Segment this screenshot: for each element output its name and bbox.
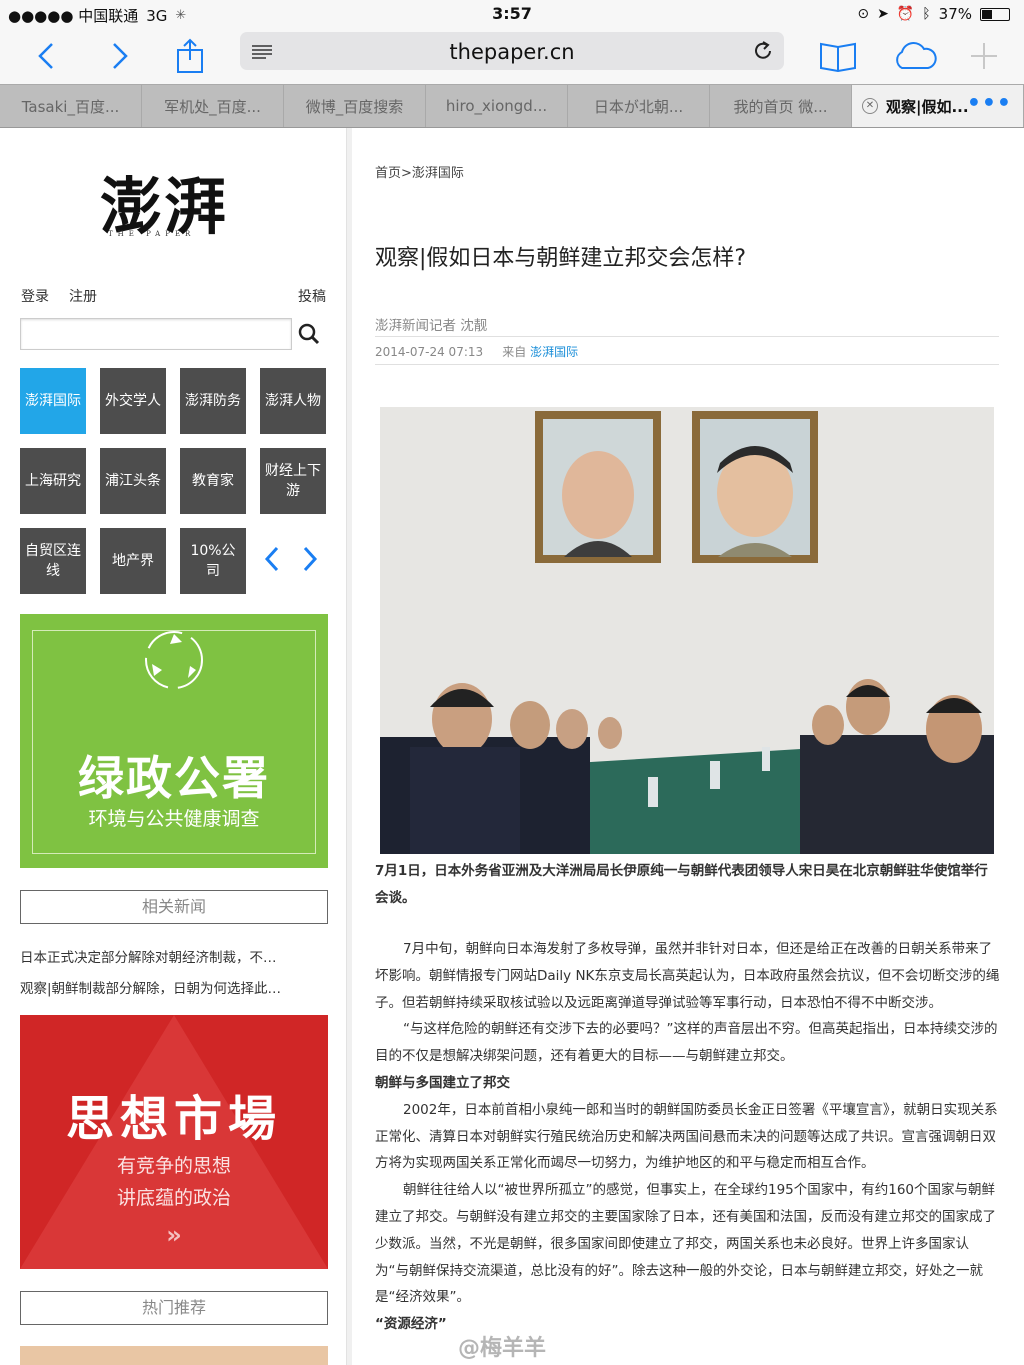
tab-bar: Tasaki_百度... 军机处_百度... 微博_百度搜索 hiro_xion… [0, 84, 1024, 128]
source-link[interactable]: 澎湃国际 [530, 345, 578, 359]
forward-button[interactable] [98, 34, 142, 78]
article-author: 澎湃新闻记者 沈靓 [375, 318, 488, 334]
tab[interactable]: 我的首页 微... [710, 85, 852, 127]
column-divider [346, 128, 352, 1365]
hot-recommend-thumbnail[interactable] [20, 1346, 328, 1365]
chevron-left-icon [38, 43, 53, 69]
category-prev-button[interactable] [264, 546, 280, 579]
double-chevron-icon: » [166, 1221, 182, 1249]
category-educator[interactable]: 教育家 [180, 448, 246, 514]
bookmarks-button[interactable] [816, 34, 860, 78]
category-people[interactable]: 澎湃人物 [260, 368, 326, 434]
share-button[interactable] [168, 34, 212, 78]
ad-banner-red[interactable]: 思想市場 有竞争的思想 讲底蕴的政治 » [20, 1015, 328, 1269]
tab[interactable]: 日本が北朝... [568, 85, 710, 127]
paragraph: “与这样危险的朝鲜还有交涉下去的必要吗？”这样的声音层出不穷。但高英起指出，日本… [375, 1021, 998, 1065]
plus-icon [971, 43, 997, 69]
article-title: 观察|假如日本与朝鲜建立邦交会怎样? [375, 246, 747, 271]
ad-title: 绿政公署 [78, 751, 270, 805]
article-body: 7月中旬，朝鲜向日本海发射了多枚导弹，虽然并非针对日本，但还是给正在改善的日朝关… [375, 936, 1001, 1338]
search-input[interactable] [20, 318, 292, 350]
paragraph: 2002年，日本前首相小泉纯一郎和当时的朝鲜国防委员长金正日签署《平壤宣言》，就… [375, 1101, 998, 1172]
login-link[interactable]: 登录 [21, 286, 49, 306]
rotation-lock-icon: ⊙ [857, 6, 870, 22]
more-tabs-icon[interactable]: ••• [967, 93, 1012, 115]
ad-line: 有竞争的思想 [116, 1155, 231, 1177]
location-icon: ➤ [877, 6, 889, 22]
hot-recommend-header: 热门推荐 [20, 1291, 328, 1325]
category-ftz[interactable]: 自贸区连线 [20, 528, 86, 594]
related-news-header: 相关新闻 [20, 890, 328, 924]
paragraph: 7月中旬，朝鲜向日本海发射了多枚导弹，虽然并非针对日本，但还是给正在改善的日朝关… [375, 941, 1000, 1011]
status-bar: ●●●●● 中国联通 3G ✳ 3:57 ⊙ ➤ ⏰ ᛒ 37% [0, 0, 1024, 28]
tab[interactable]: 微博_百度搜索 [284, 85, 426, 127]
category-defense[interactable]: 澎湃防务 [180, 368, 246, 434]
related-news-item[interactable]: 日本正式决定部分解除对朝经济制裁，不… [20, 946, 277, 966]
tab[interactable]: 军机处_百度... [142, 85, 284, 127]
icloud-tabs-button[interactable] [888, 34, 940, 78]
cloud-icon [896, 42, 937, 69]
article-meta: 2014-07-24 07:13 来自 澎湃国际 [375, 343, 578, 360]
back-button[interactable] [24, 34, 68, 78]
url-text[interactable]: thepaper.cn [240, 40, 784, 64]
close-tab-icon[interactable]: ✕ [862, 98, 878, 114]
site-logo-subtitle: THE PAPER [108, 230, 196, 238]
chevron-left-icon [264, 546, 279, 572]
category-real-estate[interactable]: 地产界 [100, 528, 166, 594]
chevron-right-icon [113, 43, 128, 69]
tab-active-label: 观察|假如... [886, 97, 969, 116]
address-bar[interactable]: thepaper.cn [240, 32, 784, 70]
divider [375, 364, 999, 365]
share-icon [177, 38, 203, 73]
search-icon [298, 323, 320, 345]
chevron-right-icon [303, 546, 318, 572]
submit-link[interactable]: 投稿 [298, 286, 326, 306]
section-heading: 朝鲜与多国建立了邦交 [375, 1074, 510, 1091]
ad-banner-green[interactable]: 绿政公署 环境与公共健康调查 [20, 614, 328, 868]
category-shanghai-research[interactable]: 上海研究 [20, 448, 86, 514]
breadcrumb[interactable]: 首页>澎湃国际 [375, 162, 464, 181]
category-next-button[interactable] [302, 546, 318, 579]
new-tab-button[interactable] [962, 34, 1006, 78]
bluetooth-icon: ᛒ [922, 6, 931, 22]
category-international[interactable]: 澎湃国际 [20, 368, 86, 434]
alarm-icon: ⏰ [896, 6, 915, 22]
register-link[interactable]: 注册 [69, 286, 97, 306]
category-pujiang-headlines[interactable]: 浦江头条 [100, 448, 166, 514]
ad-subtitle: 环境与公共健康调查 [88, 808, 260, 830]
article-date: 2014-07-24 07:13 [375, 345, 484, 359]
battery-icon [980, 7, 1010, 21]
photo-caption: 7月1日，日本外务省亚洲及大洋洲局局长伊原纯一与朝鲜代表团领导人宋日昊在北京朝鲜… [375, 863, 988, 906]
book-icon [820, 42, 856, 72]
browser-toolbar: thepaper.cn [0, 28, 1024, 84]
category-10-percent[interactable]: 10%公司 [180, 528, 246, 594]
battery-percent: 37% [938, 5, 972, 23]
reload-icon[interactable] [752, 40, 774, 62]
ad-title: 思想市場 [65, 1091, 282, 1147]
divider [375, 336, 999, 337]
related-news-item[interactable]: 观察|朝鲜制裁部分解除，日朝为何选择此… [20, 977, 281, 997]
search-button[interactable] [292, 318, 326, 350]
recycle-icon [145, 631, 203, 689]
source-label: 来自 [502, 345, 527, 359]
ad-line: 讲底蕴的政治 [116, 1187, 231, 1209]
tab[interactable]: hiro_xiongd... [426, 85, 568, 127]
category-diplomacy[interactable]: 外交学人 [100, 368, 166, 434]
tab[interactable]: Tasaki_百度... [0, 85, 142, 127]
weibo-watermark: @梅羊羊 [458, 1336, 547, 1361]
article-photo [380, 407, 994, 854]
paragraph: 朝鲜往往给人以“被世界所孤立”的感觉，但事实上，在全球约195个国家中，有约16… [375, 1182, 996, 1306]
category-finance[interactable]: 财经上下游 [260, 448, 326, 514]
